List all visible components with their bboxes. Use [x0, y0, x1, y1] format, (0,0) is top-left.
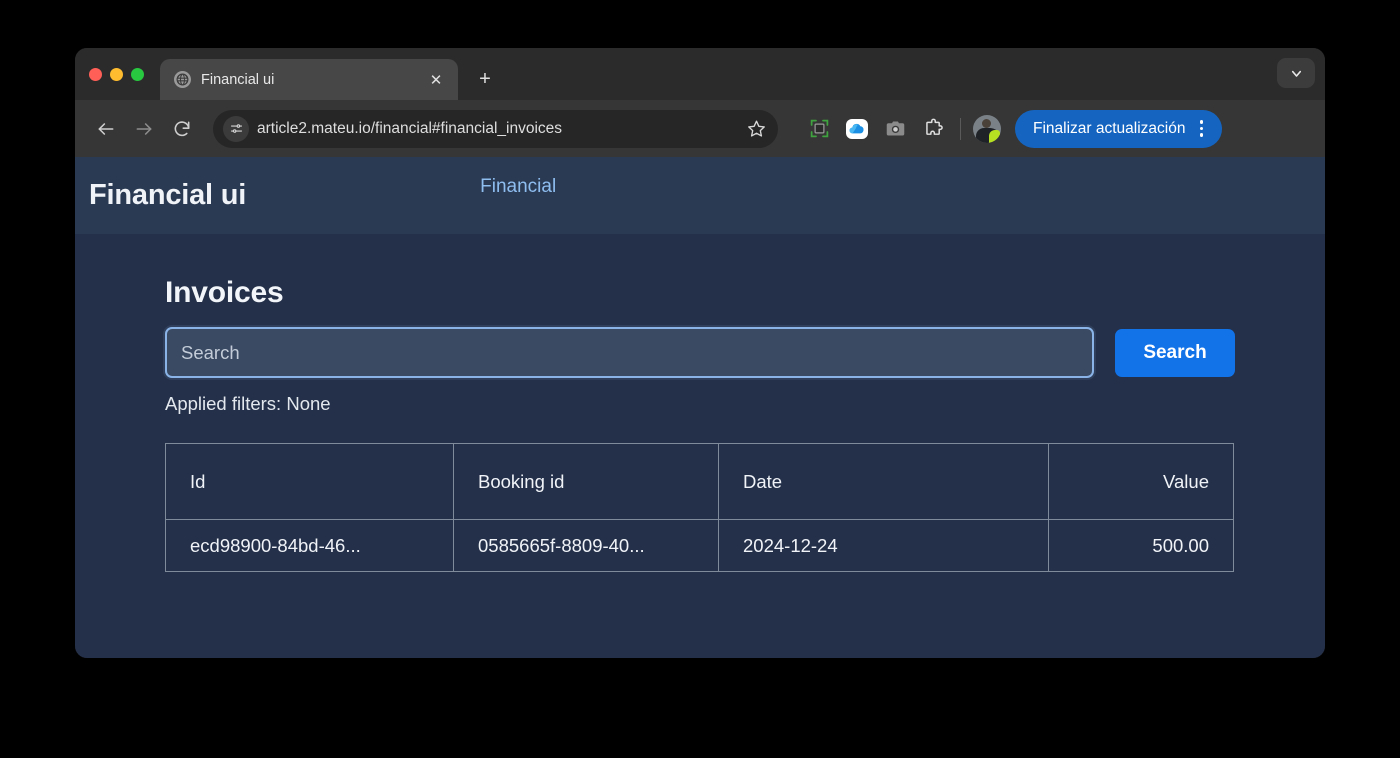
close-window-button[interactable]	[89, 67, 102, 81]
column-header-date[interactable]: Date	[718, 443, 1049, 520]
forward-arrow-icon[interactable]	[127, 112, 161, 146]
applied-filters-text: Applied filters: None	[165, 393, 331, 414]
new-tab-button[interactable]: +	[470, 64, 500, 94]
search-button[interactable]: Search	[1115, 328, 1235, 377]
tab-strip: Financial ui ✕ +	[75, 48, 1325, 100]
camera-icon[interactable]	[880, 114, 910, 144]
kebab-menu-icon[interactable]	[1192, 116, 1212, 142]
window-controls	[89, 48, 160, 100]
web-page: Financial ui Financial Invoices Search A…	[75, 157, 1325, 658]
cell-id: ecd98900-84bd-46...	[165, 519, 454, 572]
invoices-table: Id Booking id Date Value ecd98900-84bd-4…	[165, 443, 1234, 572]
star-icon[interactable]	[742, 115, 770, 143]
tab-strip-right	[1277, 48, 1315, 100]
site-brand[interactable]: Financial ui	[89, 179, 246, 212]
browser-window: Financial ui ✕ + article2.mateu.io/finan…	[75, 48, 1325, 658]
cell-booking-id: 0585665f-8809-40...	[453, 519, 719, 572]
search-input[interactable]	[165, 327, 1094, 378]
maximize-window-button[interactable]	[131, 67, 144, 81]
browser-toolbar: article2.mateu.io/financial#financial_in…	[75, 100, 1325, 157]
url-text: article2.mateu.io/financial#financial_in…	[257, 119, 563, 137]
tab-title: Financial ui	[201, 71, 275, 88]
chevron-down-icon[interactable]	[1277, 58, 1315, 88]
tune-icon[interactable]	[223, 115, 249, 142]
address-bar[interactable]: article2.mateu.io/financial#financial_in…	[213, 109, 778, 148]
avatar[interactable]	[973, 114, 1001, 143]
table-header-row: Id Booking id Date Value	[165, 443, 1234, 520]
page-title: Invoices	[165, 276, 284, 309]
minimize-window-button[interactable]	[110, 67, 123, 81]
column-header-id[interactable]: Id	[165, 443, 454, 520]
reload-icon[interactable]	[165, 112, 199, 146]
puzzle-extensions-icon[interactable]	[918, 114, 948, 144]
screen-capture-icon[interactable]	[804, 114, 834, 144]
update-button[interactable]: Finalizar actualización	[1015, 109, 1222, 148]
toolbar-divider	[960, 117, 961, 140]
extensions-area	[804, 114, 948, 144]
cell-date: 2024-12-24	[718, 519, 1049, 572]
cell-value: 500.00	[1048, 519, 1234, 572]
onedrive-cloud-icon[interactable]	[842, 114, 872, 144]
column-header-value[interactable]: Value	[1048, 443, 1234, 520]
column-header-booking-id[interactable]: Booking id	[453, 443, 719, 520]
back-arrow-icon[interactable]	[89, 112, 123, 146]
globe-icon	[174, 71, 191, 88]
browser-tab[interactable]: Financial ui ✕	[160, 59, 458, 100]
site-navbar: Financial ui Financial	[75, 157, 1325, 234]
page-content: Invoices Search Applied filters: None Id…	[75, 234, 1325, 572]
nav-link-financial[interactable]: Financial	[480, 176, 556, 198]
close-tab-icon[interactable]: ✕	[426, 70, 446, 90]
table-row[interactable]: ecd98900-84bd-46... 0585665f-8809-40... …	[165, 519, 1234, 572]
update-button-label: Finalizar actualización	[1033, 119, 1186, 137]
site-nav-links: Financial	[480, 176, 556, 198]
search-row: Search	[165, 327, 1235, 378]
